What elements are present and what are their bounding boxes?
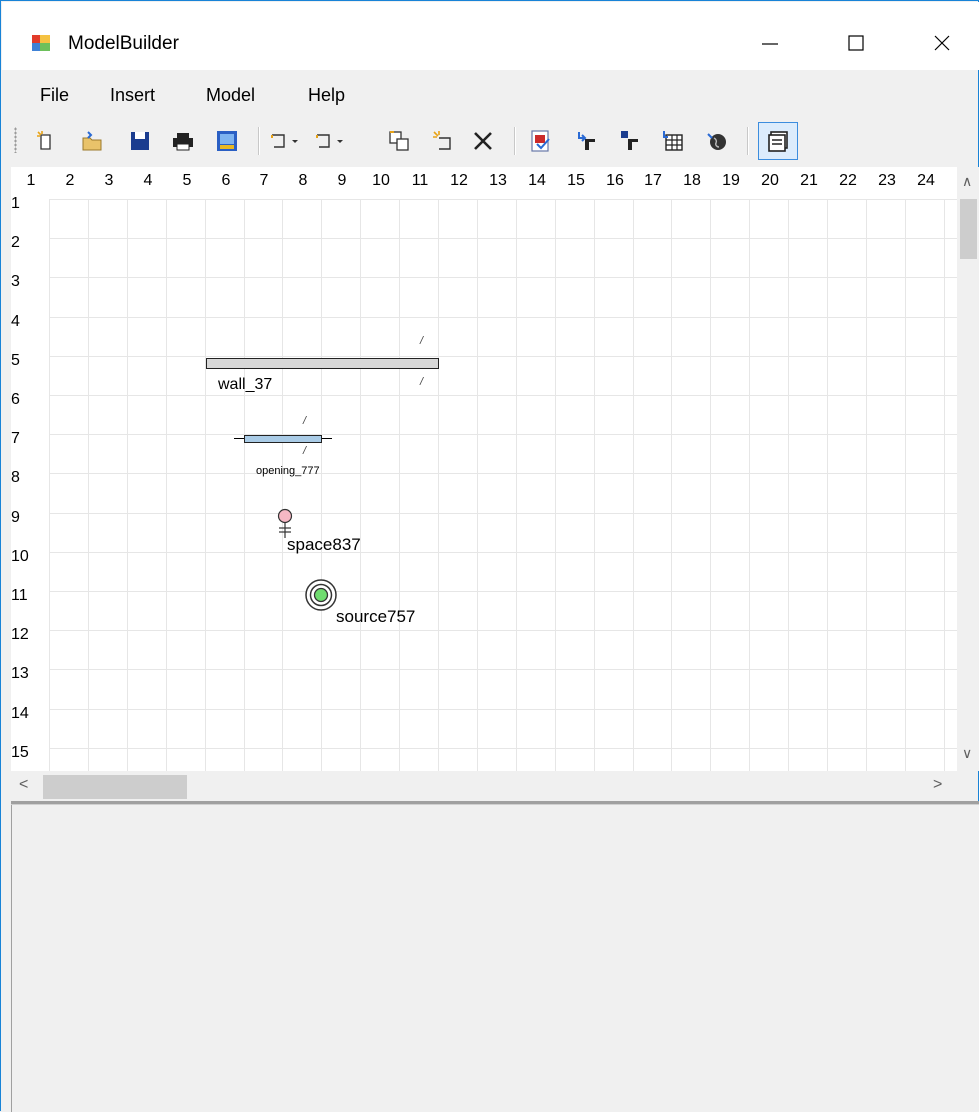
source-label: source757 xyxy=(336,607,416,626)
column-header: 24 xyxy=(917,172,935,189)
globe-icon[interactable] xyxy=(705,129,729,153)
row-header: 6 xyxy=(11,391,20,408)
column-header: 23 xyxy=(878,172,896,189)
model-canvas[interactable]: 1 2 3 4 5 6 7 8 9 10 11 12 13 14 15 16 17 18 19 20 21 22 23 24 … xyxy=(11,167,957,771)
window-title: ModelBuilder xyxy=(68,33,179,54)
row-header: 12 xyxy=(11,626,29,643)
minimize-button[interactable] xyxy=(747,16,793,70)
menu-file[interactable]: File xyxy=(40,85,69,106)
vertical-scroll-thumb[interactable] xyxy=(960,199,977,259)
column-header: 22 xyxy=(839,172,857,189)
row-header: 4 xyxy=(11,313,20,330)
menu-help[interactable]: Help xyxy=(308,85,345,106)
opening-label: opening_777 xyxy=(256,465,320,477)
column-header: 21 xyxy=(800,172,818,189)
source-icon[interactable] xyxy=(304,578,338,612)
row-header: 14 xyxy=(11,705,29,722)
import-icon[interactable] xyxy=(618,129,642,153)
opening-tick-bottom: / xyxy=(303,445,307,457)
row-header: 11 xyxy=(11,587,28,604)
toolbar-separator xyxy=(258,127,260,155)
app-icon xyxy=(31,33,51,53)
column-header: 17 xyxy=(644,172,662,189)
column-header: 16 xyxy=(606,172,624,189)
toolbar xyxy=(2,119,979,165)
menu-insert[interactable]: Insert xyxy=(110,85,155,106)
column-header: 3 xyxy=(104,172,114,189)
insert2-dropdown-icon[interactable] xyxy=(315,129,349,153)
save-icon[interactable] xyxy=(128,129,152,153)
check-icon[interactable] xyxy=(529,129,553,153)
column-header: 7 xyxy=(259,172,269,189)
row-header: 5 xyxy=(11,352,20,369)
title-bar[interactable]: ModelBuilder xyxy=(2,2,979,70)
wall-object[interactable] xyxy=(206,358,439,369)
row-header: 2 xyxy=(11,234,20,251)
horizontal-scrollbar[interactable]: < > xyxy=(11,771,957,801)
column-header: 13 xyxy=(489,172,507,189)
vertical-scrollbar[interactable]: ∧ ∨ xyxy=(957,167,979,771)
column-header: 12 xyxy=(450,172,468,189)
column-header: 8 xyxy=(298,172,308,189)
column-header: 15 xyxy=(567,172,585,189)
new-icon[interactable] xyxy=(35,129,59,153)
row-header: 13 xyxy=(11,665,29,682)
table-icon[interactable] xyxy=(661,129,685,153)
wall-label: wall_37 xyxy=(218,376,273,393)
delete-icon[interactable] xyxy=(471,129,495,153)
bottom-panel xyxy=(11,805,979,1112)
export-icon[interactable] xyxy=(575,129,599,153)
add-icon[interactable] xyxy=(431,129,455,153)
open-icon[interactable] xyxy=(80,129,104,153)
column-header: 10 xyxy=(372,172,390,189)
scroll-up-arrow-icon[interactable]: ∧ xyxy=(962,173,972,190)
image-icon[interactable] xyxy=(215,129,239,153)
modelbuilder-window: ModelBuilder File Insert Model Help 1 2 … xyxy=(0,0,979,1112)
scroll-right-arrow-icon[interactable]: > xyxy=(933,776,942,794)
row-header: 7 xyxy=(11,430,20,447)
close-button[interactable] xyxy=(919,16,965,70)
column-header: 11 xyxy=(411,172,429,189)
column-header: 19 xyxy=(722,172,740,189)
wall-tick-bottom: / xyxy=(420,376,424,388)
window-icon[interactable] xyxy=(766,129,790,153)
opening-object[interactable] xyxy=(244,435,322,443)
space-label: space837 xyxy=(287,535,361,554)
column-header: 9 xyxy=(337,172,347,189)
wall-tick-top: / xyxy=(420,335,424,347)
scroll-left-arrow-icon[interactable]: < xyxy=(19,776,28,794)
menu-bar: File Insert Model Help xyxy=(2,79,979,113)
column-header: 14 xyxy=(528,172,546,189)
print-icon[interactable] xyxy=(171,129,195,153)
toolbar-grip[interactable] xyxy=(14,127,17,153)
copy-icon[interactable] xyxy=(387,129,411,153)
row-header: 8 xyxy=(11,469,20,486)
row-header: 10 xyxy=(11,548,29,565)
column-header: 20 xyxy=(761,172,779,189)
column-header: 4 xyxy=(143,172,153,189)
column-header: 1 xyxy=(26,172,36,189)
grid-lines xyxy=(49,199,957,771)
column-header: 6 xyxy=(221,172,231,189)
maximize-button[interactable] xyxy=(833,16,879,70)
insert-dropdown-icon[interactable] xyxy=(270,129,304,153)
toolbar-separator xyxy=(747,127,749,155)
scroll-down-arrow-icon[interactable]: ∨ xyxy=(962,745,972,762)
column-header: 5 xyxy=(182,172,192,189)
opening-tick-top: / xyxy=(303,415,307,427)
column-header: 2 xyxy=(65,172,75,189)
toolbar-separator xyxy=(514,127,516,155)
row-header: 1 xyxy=(11,195,20,212)
row-header: 3 xyxy=(11,273,20,290)
horizontal-scroll-thumb[interactable] xyxy=(43,775,187,799)
menu-model[interactable]: Model xyxy=(206,85,255,106)
row-header: 15 xyxy=(11,744,29,761)
row-header: 9 xyxy=(11,509,20,526)
column-header: 18 xyxy=(683,172,701,189)
